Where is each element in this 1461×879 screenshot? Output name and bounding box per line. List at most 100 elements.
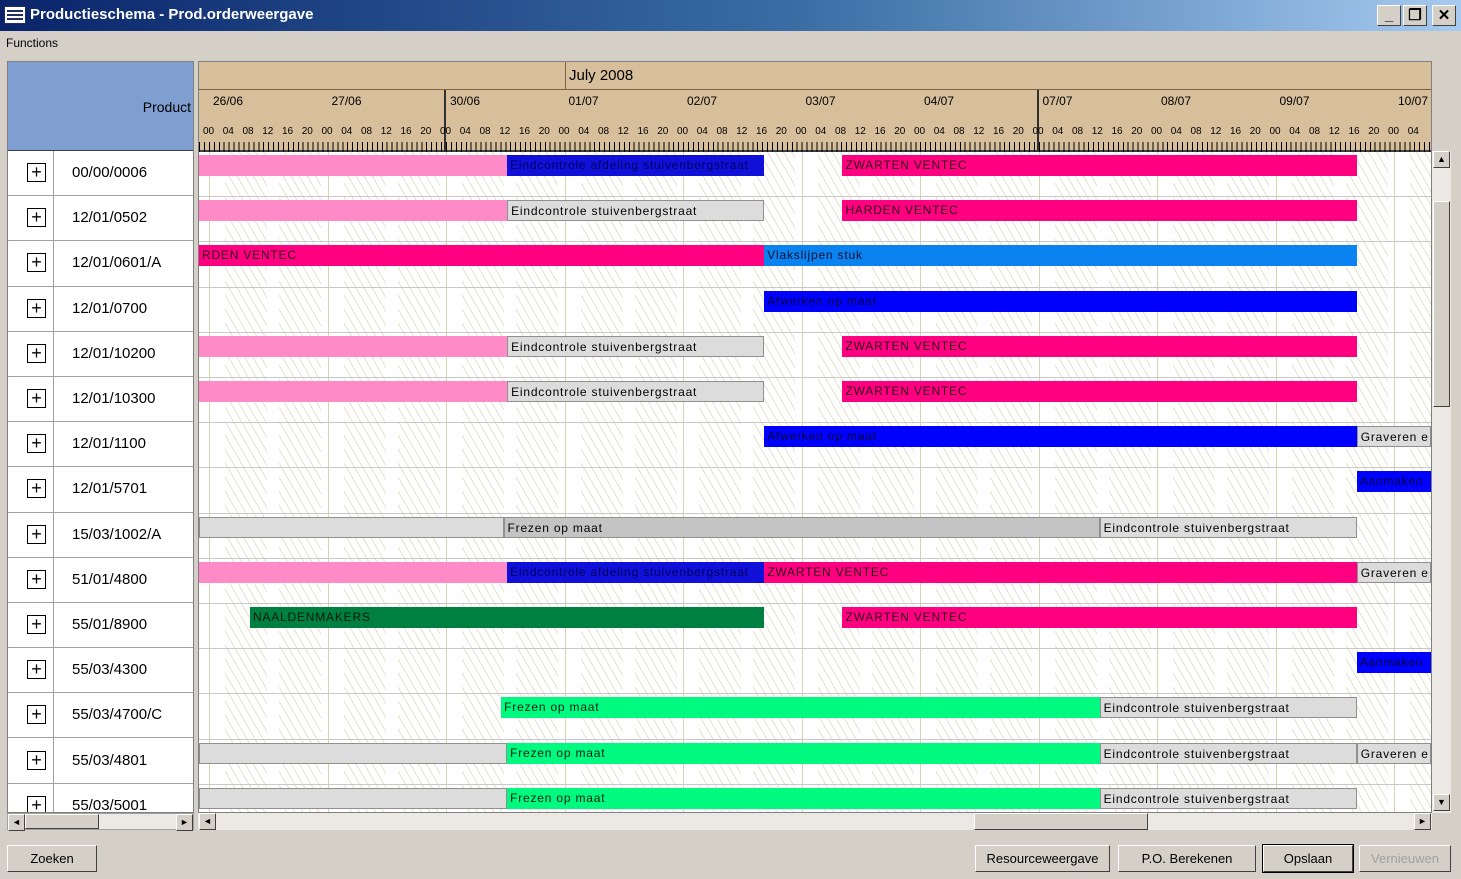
gantt-body[interactable]: Eindcontrole afdeling stuivenbergstraat Z… <box>199 152 1431 812</box>
close-button[interactable]: ✕ <box>1432 5 1456 26</box>
task-bar[interactable]: Frezen op maat <box>507 787 1100 809</box>
scroll-left-icon[interactable]: ◄ <box>199 813 216 830</box>
task-bar[interactable]: Aanmaken <box>1356 471 1431 493</box>
product-row[interactable]: +55/03/4700/C <box>8 693 193 739</box>
product-row[interactable]: +55/03/5001 <box>8 783 193 812</box>
product-row[interactable]: +12/01/1100 <box>8 422 193 468</box>
expand-icon[interactable]: + <box>27 479 46 499</box>
task-bar[interactable]: ZWARTEN VENTEC <box>842 155 1357 176</box>
task-bar[interactable]: ZWARTEN VENTEC <box>842 335 1357 357</box>
expand-cell: + <box>8 376 54 422</box>
scroll-thumb[interactable] <box>25 814 99 829</box>
row-gridline <box>199 467 1431 469</box>
expand-icon[interactable]: + <box>27 524 46 544</box>
expand-icon[interactable]: + <box>27 795 46 812</box>
task-bar[interactable]: Graveren e <box>1356 561 1431 583</box>
expand-icon[interactable]: + <box>27 298 46 318</box>
hour-label: 20 <box>1249 126 1261 137</box>
task-bar[interactable] <box>199 155 508 176</box>
month-label: July 2008 <box>569 67 634 84</box>
menu-functions[interactable]: Functions <box>6 36 58 50</box>
day-header: 26/06 00 04 08 12 16 20 27/06 00 04 08 12 16 20 30/06 0… <box>199 90 1431 152</box>
expand-icon[interactable]: + <box>27 343 46 363</box>
minimize-button[interactable]: _ <box>1377 5 1401 26</box>
expand-icon[interactable]: + <box>27 705 46 725</box>
product-row[interactable]: +12/01/10200 <box>8 331 193 377</box>
scroll-left-icon[interactable]: ◄ <box>8 814 25 831</box>
gantt-vertical-scrollbar[interactable]: ▲ ▼ <box>1432 151 1451 813</box>
task-bar[interactable]: Afwerken op maat <box>764 290 1357 312</box>
po-berekenen-button[interactable]: P.O. Berekenen <box>1118 845 1256 872</box>
task-bar[interactable]: Afwerken op maat <box>764 426 1357 448</box>
vernieuwen-button[interactable]: Vernieuwen <box>1359 845 1451 872</box>
task-bar[interactable]: Frezen op maat <box>501 697 1100 719</box>
row-gridline <box>199 783 1431 785</box>
task-bar[interactable] <box>199 381 508 402</box>
task-bar[interactable]: Eindcontrole stuivenbergstraat <box>1099 742 1357 764</box>
row-gridline <box>199 738 1431 740</box>
task-bar[interactable] <box>199 200 508 222</box>
product-row[interactable]: +51/01/4800 <box>8 557 193 603</box>
scroll-up-icon[interactable]: ▲ <box>1433 151 1450 168</box>
task-bar[interactable]: RDEN VENTEC <box>199 245 765 267</box>
expand-icon[interactable]: + <box>27 163 46 183</box>
product-row[interactable]: +00/00/0006 <box>8 151 193 197</box>
vertical-scroll-thumb[interactable] <box>1433 201 1450 407</box>
expand-icon[interactable]: + <box>27 660 46 680</box>
expand-icon[interactable]: + <box>27 569 46 589</box>
task-bar[interactable]: Eindcontrole stuivenbergstraat <box>1099 787 1357 809</box>
product-row[interactable]: +12/01/5701 <box>8 467 193 513</box>
scroll-right-icon[interactable]: ► <box>176 814 193 831</box>
product-row[interactable]: +55/03/4300 <box>8 648 193 694</box>
task-bar[interactable]: Vlakslijpen stuk <box>764 245 1357 267</box>
task-bar[interactable]: Eindcontrole stuivenbergstraat <box>507 335 765 357</box>
task-bar[interactable]: Eindcontrole stuivenbergstraat <box>1099 697 1357 719</box>
task-bar[interactable]: ZWARTEN VENTEC <box>842 607 1357 628</box>
task-bar[interactable]: Eindcontrole stuivenbergstraat <box>507 381 765 402</box>
product-row[interactable]: +15/03/1002/A <box>8 512 193 558</box>
expand-icon[interactable]: + <box>27 208 46 228</box>
product-panel-scrollbar[interactable]: ◄ ► <box>7 813 194 831</box>
task-bar[interactable]: Eindcontrole stuivenbergstraat <box>507 200 765 222</box>
expand-icon[interactable]: + <box>27 614 46 634</box>
expand-icon[interactable]: + <box>27 389 46 409</box>
task-bar[interactable]: Eindcontrole afdeling stuivenbergstraat <box>507 561 765 583</box>
horizontal-scroll-thumb[interactable] <box>974 813 1148 830</box>
opslaan-button[interactable]: Opslaan <box>1262 844 1354 873</box>
task-bar[interactable]: Graveren e <box>1356 742 1431 764</box>
task-bar[interactable]: Frezen op maat <box>503 516 1100 538</box>
task-bar[interactable]: Graveren e <box>1356 426 1431 448</box>
product-header-label: Product <box>142 99 191 115</box>
task-bar[interactable] <box>199 335 508 357</box>
expand-icon[interactable]: + <box>27 253 46 273</box>
product-row[interactable]: +12/01/10300 <box>8 376 193 423</box>
task-bar[interactable] <box>199 561 508 583</box>
product-row[interactable]: +12/01/0502 <box>8 196 193 242</box>
expand-icon[interactable]: + <box>27 750 46 770</box>
expand-icon[interactable]: + <box>27 434 46 454</box>
task-bar[interactable]: ZWARTEN VENTEC <box>842 381 1357 402</box>
zoeken-button[interactable]: Zoeken <box>7 845 97 872</box>
task-bar[interactable] <box>199 787 508 809</box>
product-row[interactable]: +55/01/8900 <box>8 602 193 649</box>
restore-button[interactable]: ❐ <box>1403 5 1427 26</box>
hour-label: 00 <box>1032 126 1044 137</box>
product-row[interactable]: +12/01/0700 <box>8 286 193 332</box>
product-list: +00/00/0006 +12/01/0502 +12/01/0601/A +12/0… <box>8 151 193 812</box>
task-bar[interactable]: ZWARTEN VENTEC <box>764 561 1357 583</box>
task-bar[interactable]: HARDEN VENTEC <box>842 200 1357 222</box>
task-bar[interactable]: NAALDENMAKERS <box>249 607 765 628</box>
gantt-horizontal-scrollbar[interactable]: ◄ ► <box>198 813 1432 830</box>
product-row[interactable]: +55/03/4801 <box>8 738 193 784</box>
product-column-header[interactable]: Product <box>8 62 193 152</box>
scroll-right-icon[interactable]: ► <box>1414 813 1431 830</box>
task-bar[interactable] <box>199 742 508 764</box>
task-bar[interactable]: Frezen op maat <box>507 742 1100 764</box>
product-row[interactable]: +12/01/0601/A <box>8 241 193 287</box>
resourceweergave-button[interactable]: Resourceweergave <box>975 845 1110 872</box>
task-bar[interactable]: Eindcontrole afdeling stuivenbergstraat <box>507 155 765 176</box>
scroll-down-icon[interactable]: ▼ <box>1433 794 1450 811</box>
task-bar[interactable] <box>199 516 504 538</box>
task-bar[interactable]: Aanmaken <box>1356 652 1431 674</box>
task-bar[interactable]: Eindcontrole stuivenbergstraat <box>1099 516 1357 538</box>
